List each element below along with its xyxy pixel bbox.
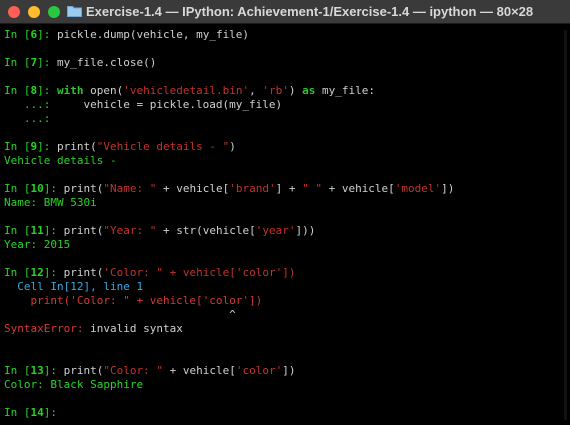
continuation-line: ...:: [4, 112, 51, 125]
window-title: Exercise-1.4 — IPython: Achievement-1/Ex…: [86, 4, 534, 19]
input-line: In [11]: print("Year: " + str(vehicle['y…: [4, 224, 316, 237]
terminal-output[interactable]: In [6]: pickle.dump(vehicle, my_file) In…: [0, 25, 562, 425]
input-line: In [6]: pickle.dump(vehicle, my_file): [4, 28, 250, 41]
active-prompt-line[interactable]: In [14]:: [4, 406, 64, 420]
output-line: Year: 2015: [4, 238, 71, 251]
title-bar: Exercise-1.4 — IPython: Achievement-1/Ex…: [0, 0, 570, 24]
error-caret: ^: [4, 308, 236, 321]
minimize-window-button[interactable]: [28, 6, 40, 18]
output-line: Color: Black Sapphire: [4, 378, 144, 391]
terminal-window: Exercise-1.4 — IPython: Achievement-1/Ex…: [0, 0, 570, 425]
input-line: In [9]: print("Vehicle details - "): [4, 140, 236, 153]
zoom-window-button[interactable]: [48, 6, 60, 18]
input-line: In [10]: print("Name: " + vehicle['brand…: [4, 182, 455, 195]
output-line: Vehicle details -: [4, 154, 117, 167]
output-line: Name: BMW 530i: [4, 196, 97, 209]
traceback-cell-line: Cell In[12], line 1: [4, 280, 144, 293]
traceback-code-line: print('Color: " + vehicle['color']): [4, 294, 263, 307]
input-line: In [12]: print('Color: " + vehicle['colo…: [4, 266, 296, 279]
folder-icon: [67, 6, 82, 17]
input-line: In [13]: print("Color: " + vehicle['colo…: [4, 364, 296, 377]
input-line: In [8]: with open('vehicledetail.bin', '…: [4, 84, 375, 97]
input-line: In [7]: my_file.close(): [4, 56, 157, 69]
close-window-button[interactable]: [8, 6, 20, 18]
error-line: SyntaxError: invalid syntax: [4, 322, 183, 335]
scrollbar-track[interactable]: [564, 30, 567, 420]
continuation-line: ...: vehicle = pickle.load(my_file): [4, 98, 283, 111]
